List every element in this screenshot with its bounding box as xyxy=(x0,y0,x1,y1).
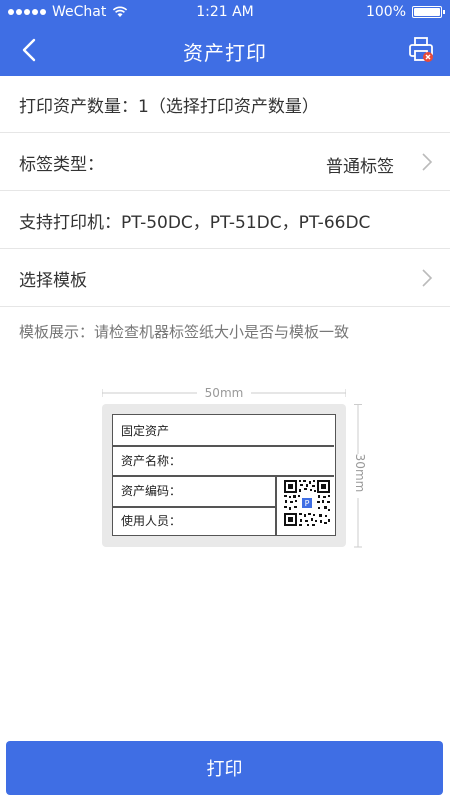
height-dimension: 30mm xyxy=(350,404,370,548)
status-bar: WeChat 1:21 AM 100% xyxy=(0,0,450,24)
label-title: 固定资产 xyxy=(121,424,170,438)
divider xyxy=(113,445,334,447)
qr-code-icon: P xyxy=(283,479,331,527)
divider xyxy=(113,506,276,508)
divider xyxy=(275,475,277,535)
svg-text:P: P xyxy=(305,499,310,508)
supported-printers-row: 支持打印机：PT-50DC，PT-51DC，PT-66DC xyxy=(0,192,450,249)
chevron-right-icon xyxy=(422,269,433,287)
label-type-label: 标签类型： xyxy=(19,154,104,175)
template-preview: 50mm 30mm 固定资产 资产名称： 资产编码： 使用人员： P xyxy=(100,380,370,555)
quantity-row[interactable]: 打印资产数量：1（选择打印资产数量） xyxy=(0,76,450,133)
status-right: 100% xyxy=(365,4,445,20)
select-template-row[interactable]: 选择模板 xyxy=(0,250,450,307)
width-label: 50mm xyxy=(204,386,244,400)
asset-name-field: 资产名称： xyxy=(121,454,182,468)
label-sample: 固定资产 资产名称： 资产编码： 使用人员： P xyxy=(102,404,346,547)
supported-printers-label: 支持打印机：PT-50DC，PT-51DC，PT-66DC xyxy=(19,212,371,233)
battery-icon xyxy=(412,6,445,18)
label-table: 固定资产 资产名称： 资产编码： 使用人员： P xyxy=(112,414,336,536)
label-type-value: 普通标签 xyxy=(326,157,394,177)
nav-bar: 资产打印 xyxy=(0,24,450,76)
quantity-label: 打印资产数量：1（选择打印资产数量） xyxy=(19,96,319,117)
user-field: 使用人员： xyxy=(121,514,182,528)
chevron-right-icon xyxy=(422,153,433,171)
printer-settings-button[interactable] xyxy=(408,36,436,64)
select-template-label: 选择模板 xyxy=(19,270,87,291)
width-dimension: 50mm xyxy=(102,386,346,400)
battery-percent: 100% xyxy=(365,4,406,20)
label-type-row[interactable]: 标签类型： 普通标签 xyxy=(0,134,450,191)
print-button[interactable]: 打印 xyxy=(6,741,443,795)
page-title: 资产打印 xyxy=(183,41,267,65)
top-bar: WeChat 1:21 AM 100% 资产打印 xyxy=(0,0,450,76)
asset-code-field: 资产编码： xyxy=(121,484,182,498)
divider xyxy=(113,475,334,477)
height-label: 30mm xyxy=(353,453,367,493)
printer-icon xyxy=(409,37,433,62)
template-hint: 模板展示：请检查机器标签纸大小是否与模板一致 xyxy=(19,323,350,341)
